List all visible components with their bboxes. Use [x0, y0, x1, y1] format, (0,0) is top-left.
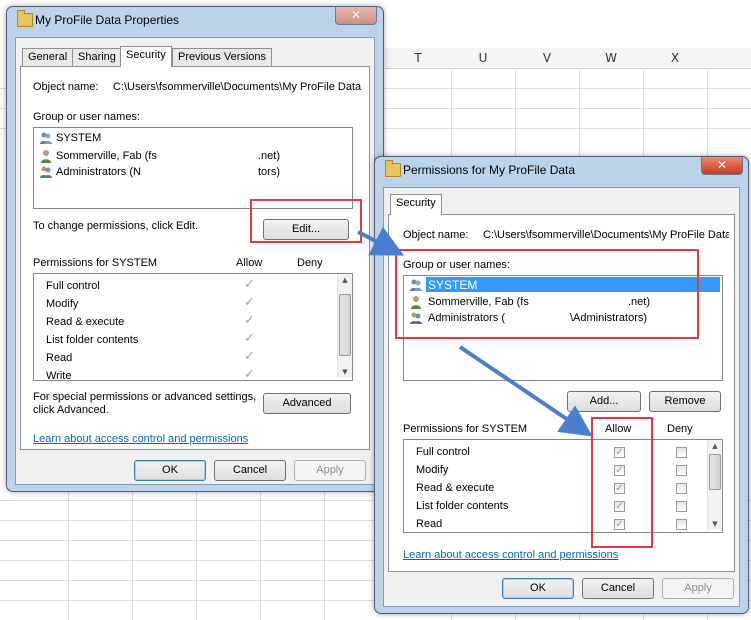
- tab-security[interactable]: Security: [390, 194, 442, 215]
- arrow-edit-to-permissions: [357, 226, 405, 256]
- annotation-arrows: [357, 226, 593, 437]
- tab-security[interactable]: Security: [120, 46, 172, 67]
- arrow-users-to-allow: [458, 345, 593, 437]
